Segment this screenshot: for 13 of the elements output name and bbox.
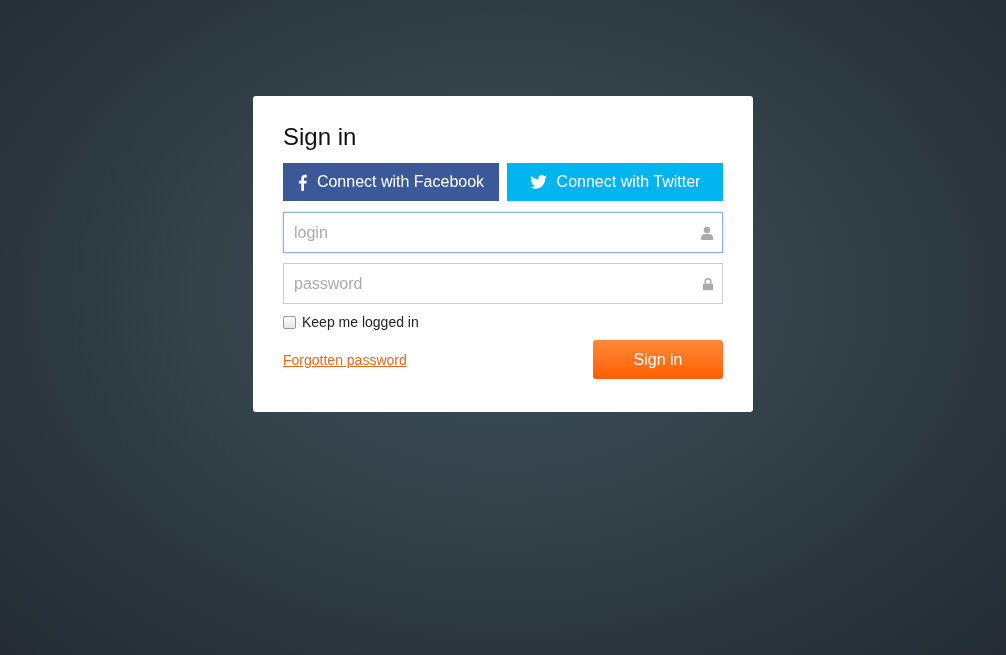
f-logo-icon xyxy=(297,173,307,191)
user-icon xyxy=(701,225,713,240)
twitter-button[interactable]: Connect with Twitter xyxy=(507,163,723,201)
card-title: Sign in xyxy=(283,123,358,151)
password-field[interactable]: password xyxy=(283,263,723,304)
checkbox[interactable] xyxy=(283,315,296,329)
facebook-button[interactable]: Connect with Facebook xyxy=(283,163,499,201)
lock-icon xyxy=(703,277,713,290)
sign-in-button[interactable]: Sign in xyxy=(593,340,723,379)
bird-icon xyxy=(529,175,547,189)
forgotten-password-link[interactable]: Forgotten password xyxy=(283,351,407,368)
checkbox-label: Keep me logged in xyxy=(302,314,419,330)
login-field[interactable]: login xyxy=(283,212,723,253)
